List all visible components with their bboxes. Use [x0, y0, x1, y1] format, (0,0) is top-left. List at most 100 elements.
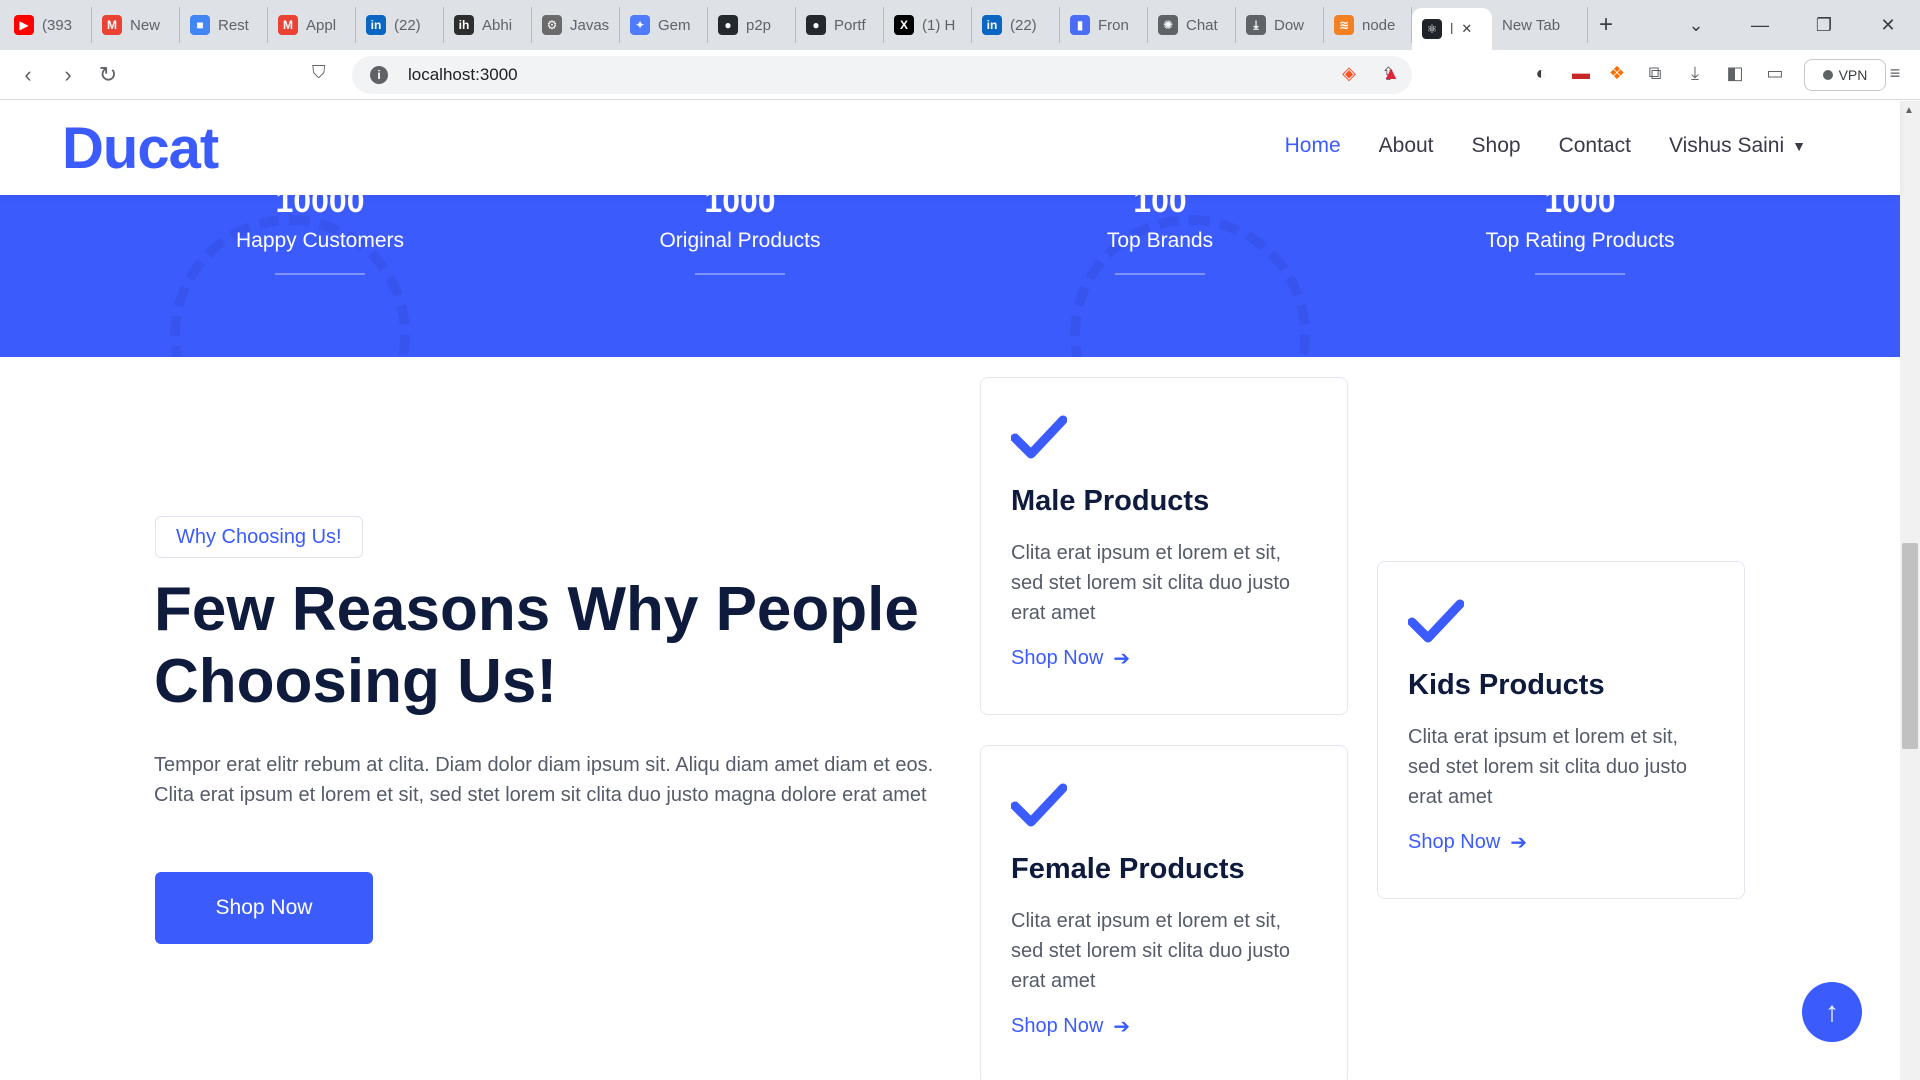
tab-title: l [1450, 20, 1454, 38]
brave-rewards-icon[interactable]: ▲ [1378, 60, 1404, 86]
stat-label: Top Rating Products [1485, 229, 1675, 252]
stat-item: 100 Top Brands [1010, 195, 1310, 275]
browser-tab[interactable]: in (22) [356, 7, 444, 43]
tab-title: Abhi [482, 16, 513, 34]
stat-value: 1000 [704, 195, 776, 219]
react-icon: ⚛ [1422, 19, 1442, 39]
close-window-icon[interactable]: ✕ [1856, 15, 1920, 36]
arrow-right-icon: ➔ [1113, 648, 1131, 670]
browser-tab[interactable]: in (22) [972, 7, 1060, 43]
browser-tab[interactable]: ih Abhi [444, 7, 532, 43]
stat-divider [1115, 273, 1205, 275]
minimize-icon[interactable]: — [1728, 15, 1792, 36]
browser-tab[interactable]: ▶ (393 [4, 7, 92, 43]
restore-icon[interactable]: ❐ [1792, 15, 1856, 36]
card-text: Clita erat ipsum et lorem et sit, sed st… [1408, 726, 1688, 808]
browser-tab[interactable]: ● p2p [708, 7, 796, 43]
browser-tab[interactable]: ■ Rest [180, 7, 268, 43]
stat-value: 1000 [1544, 195, 1616, 219]
openai-icon: ✺ [1158, 15, 1178, 35]
card-shop-now-link[interactable]: Shop Now ➔ [1011, 1014, 1317, 1039]
browser-tab[interactable]: ⚛ l ✕ [1412, 8, 1492, 50]
tab-title: (393 [42, 16, 73, 34]
nav-shop[interactable]: Shop [1472, 134, 1521, 158]
card-text: Clita erat ipsum et lorem et sit, sed st… [1011, 910, 1291, 992]
address-toolbar: ‹ › ↻ ⛉ i localhost:3000 ⇪ ◈ ▲ ◐ ▬ ❖ ⧉ ⤓… [0, 50, 1920, 100]
stat-label: Happy Customers [235, 229, 405, 252]
card-text: Clita erat ipsum et lorem et sit, sed st… [1011, 542, 1291, 624]
stat-label: Original Products [659, 229, 821, 252]
tab-title: Rest [218, 16, 249, 34]
scrollbar-thumb[interactable] [1902, 543, 1918, 749]
downloads-icon[interactable]: ⤓ [1682, 60, 1708, 86]
github-icon: ● [806, 15, 826, 35]
vpn-button[interactable]: VPN [1804, 59, 1886, 91]
stat-item: 10000 Happy Customers [170, 195, 470, 275]
extension-circle-icon[interactable]: ◐ [1528, 60, 1554, 86]
nav-home[interactable]: Home [1285, 134, 1341, 158]
stat-value: 100 [1133, 195, 1187, 219]
extensions-puzzle-icon[interactable]: ⧉ [1642, 60, 1668, 86]
doc-icon: ▮ [1070, 15, 1090, 35]
browser-tab[interactable]: ▮ Fron [1060, 7, 1148, 43]
gemini-icon: ✦ [630, 15, 650, 35]
tab-title: Appl [306, 16, 337, 34]
contacts-icon: ■ [190, 15, 210, 35]
browser-tab[interactable]: ⤓ Dow [1236, 7, 1324, 43]
github-icon: ● [718, 15, 738, 35]
site-info-icon[interactable]: i [370, 66, 388, 84]
check-icon [1010, 783, 1068, 827]
vpn-status-icon [1822, 70, 1833, 80]
scroll-up-icon[interactable]: ▲ [1904, 105, 1914, 116]
browser-tab[interactable]: ≋ node [1324, 7, 1412, 43]
nav-contact[interactable]: Contact [1559, 134, 1631, 158]
forward-icon[interactable]: › [48, 62, 88, 88]
browser-tab-bar: ▶ (393 M New ■ Rest M Appl in (22) ih Abhi ⚙ Javas ✦ Ge… [0, 0, 1920, 50]
tab-title: Gem [658, 16, 691, 34]
browser-tab[interactable]: ⚙ Javas [532, 7, 620, 43]
arrow-right-icon: ➔ [1510, 832, 1528, 854]
browser-tab[interactable]: ✺ Chat [1148, 7, 1236, 43]
tab-new-tab[interactable]: New Tab [1492, 7, 1588, 43]
bookmark-icon[interactable]: ⛉ [312, 62, 326, 83]
tab-title: Fron [1098, 16, 1129, 34]
user-menu[interactable]: Vishus Saini ▼ [1669, 134, 1806, 158]
wallet-icon[interactable]: ▭ [1762, 60, 1788, 86]
brand-logo[interactable]: Ducat [62, 115, 219, 182]
extension-orange-icon[interactable]: ❖ [1604, 60, 1630, 86]
stats-section: 10000 Happy Customers 1000 Original Prod… [0, 195, 1900, 357]
close-tab-icon[interactable]: ✕ [1461, 21, 1472, 37]
tab-title: (22) [1010, 16, 1037, 34]
nav-about[interactable]: About [1379, 134, 1434, 158]
tab-search-icon[interactable]: ⌄ [1664, 15, 1728, 36]
card-shop-now-link[interactable]: Shop Now ➔ [1408, 830, 1714, 855]
card-female-products: Female Products Clita erat ipsum et lore… [980, 745, 1348, 1080]
shop-now-button[interactable]: Shop Now [155, 872, 373, 944]
link-label: Shop Now [1011, 647, 1104, 669]
browser-tab[interactable]: M Appl [268, 7, 356, 43]
browser-tab[interactable]: ✦ Gem [620, 7, 708, 43]
brave-shield-icon[interactable]: ◈ [1336, 60, 1362, 86]
menu-icon[interactable]: ≡ [1882, 60, 1908, 86]
browser-tab[interactable]: ● Portf [796, 7, 884, 43]
back-icon[interactable]: ‹ [8, 62, 48, 88]
sidebar-icon[interactable]: ◧ [1722, 60, 1748, 86]
browser-tab[interactable]: M New [92, 7, 180, 43]
tab-title: node [1362, 16, 1396, 34]
tab-title: p2p [746, 16, 772, 34]
arrow-up-icon: ↑ [1825, 996, 1839, 1027]
tab-title: (22) [394, 16, 421, 34]
link-label: Shop Now [1408, 831, 1501, 853]
address-input[interactable]: i localhost:3000 ⇪ [352, 56, 1412, 94]
browser-tab[interactable]: X (1) H [884, 7, 972, 43]
page-scrollbar[interactable]: ▲ [1900, 101, 1920, 1080]
chevron-down-icon: ▼ [1792, 138, 1806, 154]
tab-strip: ▶ (393 M New ■ Rest M Appl in (22) ih Abhi ⚙ Javas ✦ Ge… [0, 0, 1624, 50]
reload-icon[interactable]: ↻ [88, 62, 128, 88]
stat-divider [695, 273, 785, 275]
card-shop-now-link[interactable]: Shop Now ➔ [1011, 646, 1317, 671]
back-to-top-button[interactable]: ↑ [1802, 982, 1862, 1042]
new-tab-icon[interactable]: + [1588, 7, 1624, 43]
stat-divider [275, 273, 365, 275]
extension-red-icon[interactable]: ▬ [1568, 60, 1594, 86]
